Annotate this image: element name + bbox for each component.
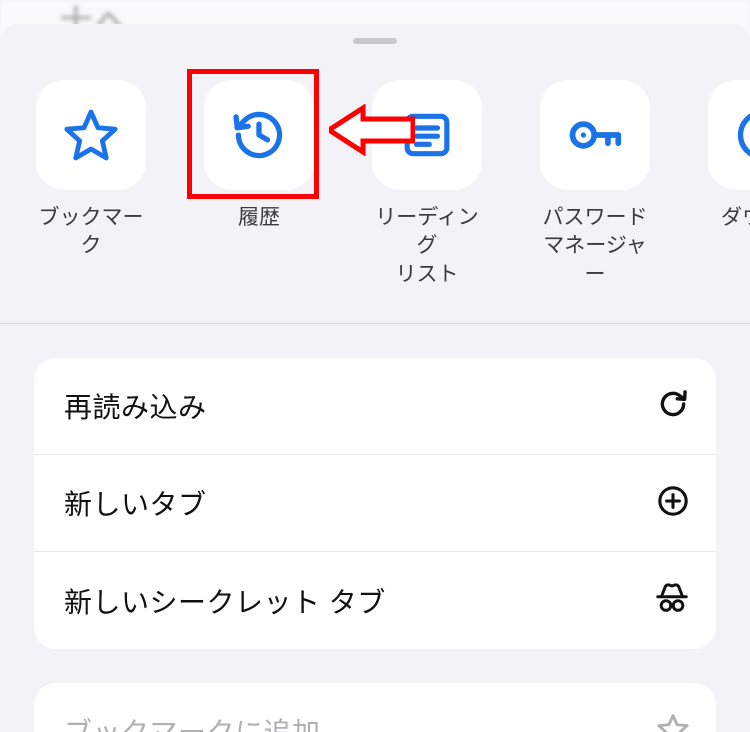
menu-item-label: ブックマークに追加: [64, 711, 321, 732]
shortcut-label: パスワード マネージャー: [534, 204, 656, 289]
shortcut-label: リーディング リスト: [366, 204, 488, 289]
shortcut-label: ブックマーク: [30, 204, 152, 261]
menu-item-reload[interactable]: 再読み込み: [34, 358, 716, 454]
menu-item-add-bookmark[interactable]: ブックマークに追加: [34, 683, 716, 732]
shortcut-tile: [540, 80, 650, 190]
shortcut-tile: [36, 80, 146, 190]
menu-list-secondary: ブックマークに追加: [34, 683, 716, 732]
star-icon: [62, 106, 120, 164]
shortcut-label: ダウンロ: [721, 204, 750, 232]
bottom-sheet: ブックマーク 履歴 リーディング リ: [0, 24, 750, 732]
shortcut-bookmarks[interactable]: ブックマーク: [30, 80, 152, 289]
key-icon: [564, 104, 626, 166]
shortcut-tile: [372, 80, 482, 190]
shortcut-tile: [204, 80, 314, 190]
shortcut-downloads[interactable]: ダウンロ: [702, 80, 750, 289]
menu-item-label: 新しいシークレット タブ: [64, 581, 386, 621]
reading-list-icon: [399, 107, 455, 163]
shortcut-password-manager[interactable]: パスワード マネージャー: [534, 80, 656, 289]
shortcut-reading-list[interactable]: リーディング リスト: [366, 80, 488, 289]
menu-item-new-incognito-tab[interactable]: 新しいシークレット タブ: [34, 551, 716, 649]
shortcut-label: 履歴: [238, 204, 280, 232]
plus-circle-icon: [656, 484, 690, 523]
menu-item-new-tab[interactable]: 新しいタブ: [34, 454, 716, 551]
incognito-icon: [654, 580, 690, 621]
shortcut-tile: [708, 80, 750, 190]
reload-icon: [656, 387, 690, 426]
menu-item-label: 再読み込み: [64, 386, 207, 426]
shortcut-row: ブックマーク 履歴 リーディング リ: [0, 44, 750, 289]
history-icon: [230, 106, 288, 164]
section-divider: [0, 323, 750, 324]
menu-list-primary: 再読み込み 新しいタブ 新しいシークレット タブ: [34, 358, 716, 649]
star-outline-icon: [656, 712, 690, 732]
shortcut-history[interactable]: 履歴: [198, 80, 320, 289]
download-icon: [734, 106, 750, 164]
menu-item-label: 新しいタブ: [64, 483, 207, 523]
